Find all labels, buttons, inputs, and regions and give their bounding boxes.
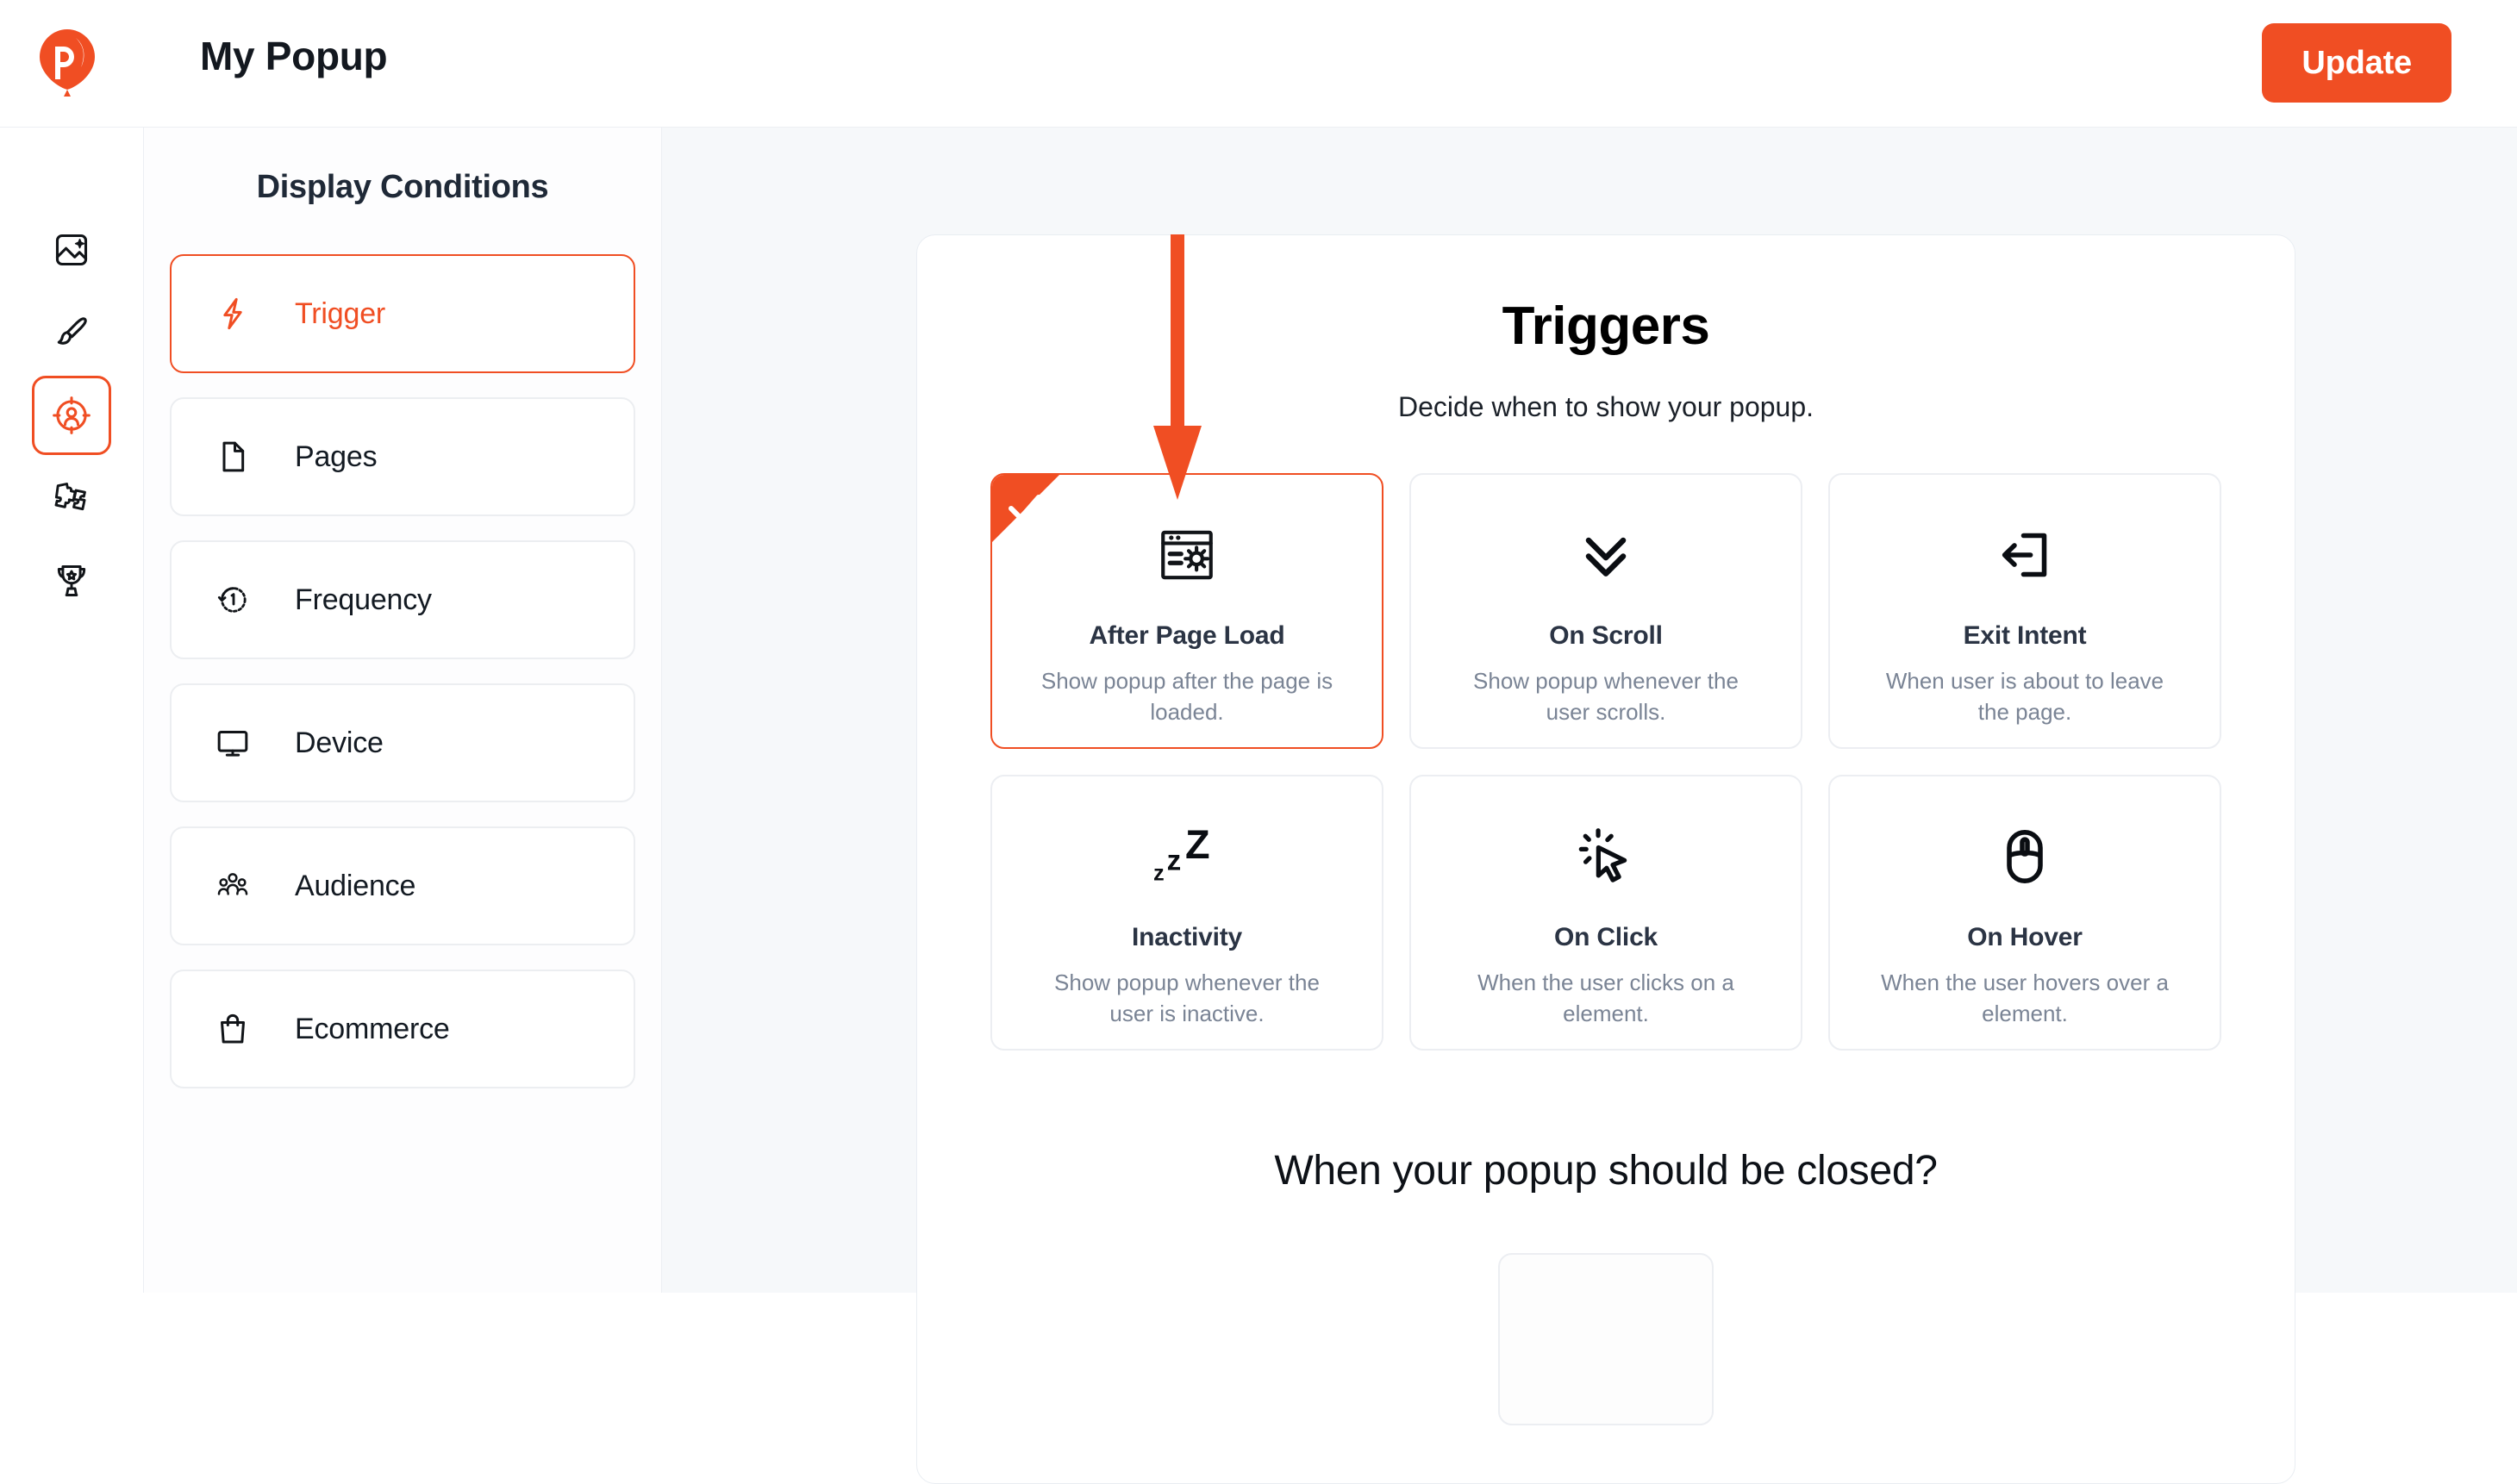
close-option-card-placeholder[interactable]: [1498, 1253, 1714, 1425]
trigger-card-title: After Page Load: [1089, 621, 1284, 651]
selected-corner-badge: [992, 475, 1059, 542]
sleep-zzz-icon: z z Z: [1152, 821, 1222, 892]
trigger-card-after-page-load[interactable]: After Page Load Show popup after the pag…: [990, 473, 1383, 749]
trigger-card-desc: When the user hovers over a element.: [1870, 968, 2180, 1030]
rail-item-design[interactable]: [32, 293, 111, 372]
paintbrush-icon: [53, 314, 91, 352]
rail-item-goals[interactable]: [32, 541, 111, 620]
sidebar-item-label: Frequency: [295, 583, 432, 617]
cursor-click-icon: [1574, 821, 1638, 892]
double-chevron-down-icon: [1574, 520, 1638, 590]
rail-item-integrations[interactable]: [32, 458, 111, 538]
monitor-icon: [212, 722, 253, 764]
conditions-list: Trigger Pages Frequency: [144, 254, 661, 1088]
balloon-p-logo-icon: [38, 28, 97, 98]
image-icon: [53, 231, 91, 269]
sidebar-item-label: Audience: [295, 870, 415, 903]
lightning-bolt-icon: [212, 293, 253, 334]
trigger-card-title: Exit Intent: [1964, 621, 2087, 651]
people-group-icon: [212, 865, 253, 907]
target-audience-icon: [52, 396, 91, 435]
svg-text:z: z: [1167, 845, 1182, 877]
trigger-card-desc: Show popup after the page is loaded.: [1032, 666, 1342, 728]
sidebar-item-label: Trigger: [295, 297, 385, 331]
trigger-card-title: Inactivity: [1132, 923, 1242, 952]
trigger-card-desc: Show popup whenever the user scrolls.: [1451, 666, 1761, 728]
svg-text:Z: Z: [1185, 825, 1210, 867]
triggers-panel: Triggers Decide when to show your popup.: [916, 234, 2295, 1484]
clock-history-icon: [212, 579, 253, 620]
trigger-card-desc: When user is about to leave the page.: [1870, 666, 2180, 728]
browser-window-sun-icon: [1155, 520, 1219, 590]
balloon-p-logo[interactable]: [38, 28, 97, 98]
exit-door-arrow-icon: [1994, 520, 2056, 590]
sidebar-item-ecommerce[interactable]: Ecommerce: [170, 970, 635, 1088]
trigger-card-title: On Scroll: [1549, 621, 1663, 651]
icon-rail: [0, 128, 144, 1293]
trigger-card-on-hover[interactable]: On Hover When the user hovers over a ele…: [1828, 775, 2221, 1051]
display-conditions-panel: Display Conditions Trigger Pages: [144, 128, 662, 1293]
triggers-title: Triggers: [917, 296, 2295, 357]
trigger-card-on-scroll[interactable]: On Scroll Show popup whenever the user s…: [1409, 473, 1802, 749]
sidebar-item-label: Pages: [295, 440, 377, 474]
page-title: My Popup: [200, 33, 387, 79]
check-icon: [1004, 487, 1046, 528]
top-bar: My Popup Update: [0, 0, 2517, 128]
main-content-area: Triggers Decide when to show your popup.: [662, 128, 2517, 1293]
trigger-card-exit-intent[interactable]: Exit Intent When user is about to leave …: [1828, 473, 2221, 749]
trophy-icon: [53, 562, 91, 600]
svg-text:z: z: [1153, 861, 1165, 885]
rail-item-display-conditions[interactable]: [32, 376, 111, 455]
sidebar-item-label: Device: [295, 726, 384, 760]
sidebar-item-pages[interactable]: Pages: [170, 397, 635, 516]
trigger-card-title: On Hover: [1967, 923, 2082, 952]
rail-item-media[interactable]: [32, 210, 111, 290]
sidebar-item-audience[interactable]: Audience: [170, 826, 635, 945]
shopping-bag-icon: [212, 1008, 253, 1050]
puzzle-icon: [53, 479, 91, 517]
sidebar-item-trigger[interactable]: Trigger: [170, 254, 635, 373]
document-icon: [212, 436, 253, 477]
trigger-card-inactivity[interactable]: z z Z Inactivity Show popup whenever the…: [990, 775, 1383, 1051]
panel-title: Display Conditions: [144, 169, 661, 206]
update-button[interactable]: Update: [2262, 23, 2451, 103]
mouse-icon: [1994, 821, 2056, 892]
sidebar-item-frequency[interactable]: Frequency: [170, 540, 635, 659]
trigger-card-title: On Click: [1554, 923, 1658, 952]
trigger-card-desc: Show popup whenever the user is inactive…: [1032, 968, 1342, 1030]
trigger-card-desc: When the user clicks on a element.: [1451, 968, 1761, 1030]
close-section-title: When your popup should be closed?: [917, 1147, 2295, 1194]
triggers-grid: After Page Load Show popup after the pag…: [917, 473, 2295, 1051]
trigger-card-on-click[interactable]: On Click When the user clicks on a eleme…: [1409, 775, 1802, 1051]
sidebar-item-device[interactable]: Device: [170, 683, 635, 802]
sidebar-item-label: Ecommerce: [295, 1013, 450, 1046]
triggers-subtitle: Decide when to show your popup.: [917, 391, 2295, 423]
